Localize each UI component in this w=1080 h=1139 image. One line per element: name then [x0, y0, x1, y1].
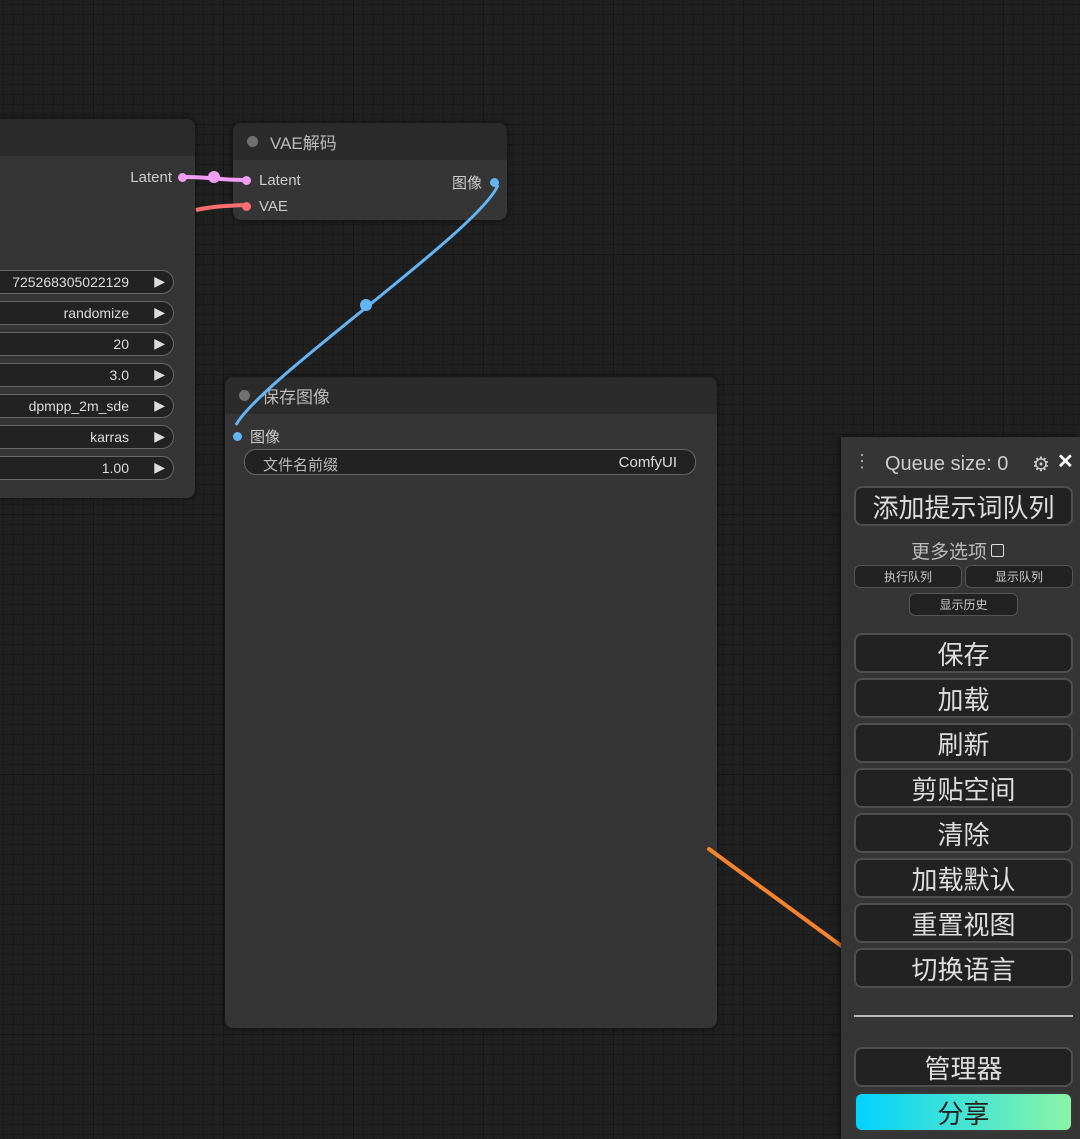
- image-input-dot[interactable]: [233, 432, 242, 441]
- increment-arrow-icon[interactable]: ▶: [154, 397, 165, 414]
- more-options-toggle[interactable]: 更多选项: [911, 537, 1005, 564]
- latent-wire-midpoint: [208, 171, 220, 183]
- queue-header: ⋮ Queue size: 0 ⚙ ✕: [841, 449, 1080, 479]
- output-image-label: 图像: [451, 175, 482, 192]
- increment-arrow-icon[interactable]: ▶: [154, 366, 165, 383]
- clipspace-button[interactable]: 剪贴空间: [854, 768, 1073, 808]
- widget-denoise[interactable]: 1.00 ▶: [0, 456, 174, 480]
- filename-prefix-value: ComfyUI: [618, 454, 677, 471]
- output-latent[interactable]: Latent: [130, 169, 187, 186]
- ksampler-node[interactable]: Latent 725268305022129 ▶ randomize ▶ 20 …: [0, 119, 195, 498]
- widget-control-value: randomize: [63, 305, 129, 321]
- save-image-title: 保存图像: [262, 388, 330, 407]
- latent-input-dot[interactable]: [242, 176, 251, 185]
- collapse-dot-icon[interactable]: [239, 390, 250, 401]
- input-latent-label: Latent: [259, 172, 301, 189]
- widget-sampler[interactable]: dpmpp_2m_sde ▶: [0, 394, 174, 418]
- save-image-node[interactable]: 保存图像 图像 文件名前缀 ComfyUI: [225, 377, 717, 1028]
- share-button[interactable]: 分享: [854, 1092, 1073, 1132]
- vae-decode-node[interactable]: VAE解码 Latent VAE 图像: [233, 123, 507, 220]
- widget-steps-value: 20: [113, 336, 129, 352]
- load-button[interactable]: 加载: [854, 678, 1073, 718]
- image-wire-midpoint: [360, 299, 372, 311]
- queue-prompt-button[interactable]: 添加提示词队列: [854, 486, 1073, 526]
- input-vae-label: VAE: [259, 198, 288, 215]
- vae-decode-title: VAE解码: [270, 134, 337, 153]
- vae-decode-node-title[interactable]: VAE解码: [233, 123, 507, 160]
- ksampler-node-title[interactable]: [0, 119, 195, 156]
- image-output-dot[interactable]: [490, 178, 499, 187]
- load-default-button[interactable]: 加载默认: [854, 858, 1073, 898]
- view-queue-button[interactable]: 显示队列: [965, 565, 1073, 588]
- queue-size-label: Queue size: 0: [885, 453, 1009, 475]
- clear-button[interactable]: 清除: [854, 813, 1073, 853]
- more-options-label: 更多选项: [911, 542, 988, 563]
- increment-arrow-icon[interactable]: ▶: [154, 459, 165, 476]
- filename-prefix-label: 文件名前缀: [263, 457, 339, 474]
- close-icon[interactable]: ✕: [1057, 449, 1074, 474]
- save-image-node-title[interactable]: 保存图像: [225, 377, 717, 414]
- widget-cfg-value: 3.0: [109, 367, 129, 383]
- increment-arrow-icon[interactable]: ▶: [154, 304, 165, 321]
- filename-prefix-widget[interactable]: 文件名前缀 ComfyUI: [244, 449, 696, 475]
- widget-denoise-value: 1.00: [101, 460, 129, 476]
- switch-language-button[interactable]: 切换语言: [854, 948, 1073, 988]
- widget-steps[interactable]: 20 ▶: [0, 332, 174, 356]
- increment-arrow-icon[interactable]: ▶: [154, 335, 165, 352]
- view-history-button[interactable]: 显示历史: [909, 593, 1018, 616]
- manager-button[interactable]: 管理器: [854, 1047, 1073, 1087]
- panel-divider: [854, 1015, 1073, 1017]
- input-vae[interactable]: VAE: [242, 198, 288, 215]
- queue-menu-panel: ⋮ Queue size: 0 ⚙ ✕ 添加提示词队列 更多选项 执行队列 显示…: [841, 437, 1080, 1139]
- widget-sampler-value: dpmpp_2m_sde: [28, 398, 129, 414]
- input-image[interactable]: 图像: [233, 426, 280, 447]
- widget-seed[interactable]: 725268305022129 ▶: [0, 270, 174, 294]
- widget-scheduler[interactable]: karras ▶: [0, 425, 174, 449]
- widget-seed-value: 725268305022129: [12, 274, 129, 290]
- widget-scheduler-value: karras: [90, 429, 129, 445]
- drag-handle-icon[interactable]: ⋮: [853, 451, 871, 472]
- view-queue-exec-button[interactable]: 执行队列: [854, 565, 962, 588]
- collapse-dot-icon[interactable]: [247, 136, 258, 147]
- input-latent[interactable]: Latent: [242, 172, 301, 189]
- increment-arrow-icon[interactable]: ▶: [154, 428, 165, 445]
- input-image-label: 图像: [250, 429, 281, 446]
- more-options-checkbox[interactable]: [991, 544, 1005, 557]
- increment-arrow-icon[interactable]: ▶: [154, 273, 165, 290]
- refresh-button[interactable]: 刷新: [854, 723, 1073, 763]
- gear-icon[interactable]: ⚙: [1032, 452, 1050, 477]
- latent-output-dot[interactable]: [178, 173, 187, 182]
- widget-control-after-generate[interactable]: randomize ▶: [0, 301, 174, 325]
- output-image[interactable]: 图像: [452, 172, 499, 193]
- reset-view-button[interactable]: 重置视图: [854, 903, 1073, 943]
- output-latent-label: Latent: [130, 169, 172, 186]
- vae-input-dot[interactable]: [242, 202, 251, 211]
- widget-cfg[interactable]: 3.0 ▶: [0, 363, 174, 387]
- save-button[interactable]: 保存: [854, 633, 1073, 673]
